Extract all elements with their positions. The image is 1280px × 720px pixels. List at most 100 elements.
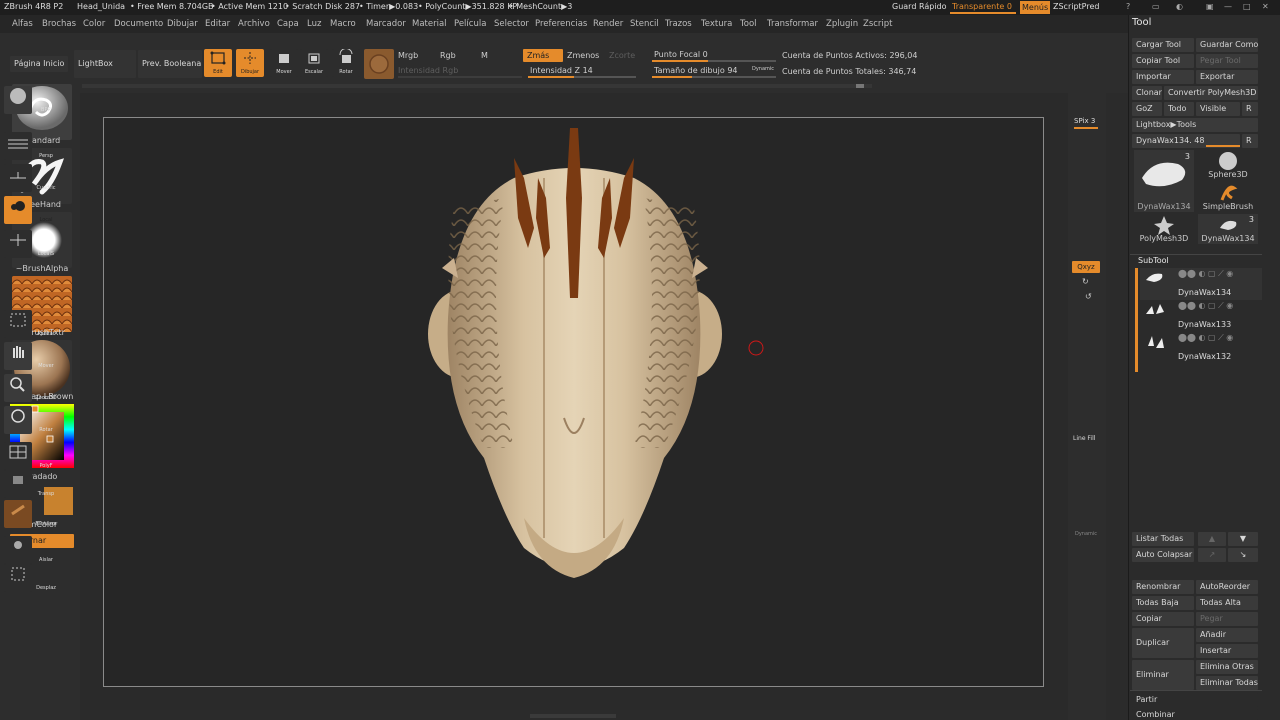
close-icon[interactable]: ✕ [1262, 2, 1269, 11]
layout-icon[interactable]: ▭ [1152, 2, 1160, 11]
menu-file[interactable]: Archivo [238, 19, 270, 29]
menu-stencil[interactable]: Stencil [630, 19, 659, 29]
all-low-button[interactable]: Todas Baja [1132, 596, 1194, 610]
menu-document[interactable]: Documento [114, 19, 163, 29]
export-button[interactable]: Exportar [1196, 70, 1258, 84]
menu-light[interactable]: Luz [307, 19, 321, 29]
mrgb-button[interactable]: Mrgb [398, 51, 418, 60]
polyframe-button[interactable]: PolyF [4, 442, 53, 470]
delete-other-button[interactable]: Elimina Otras [1196, 660, 1258, 674]
rgb-button[interactable]: Rgb [440, 51, 456, 60]
import-button[interactable]: Importar [1132, 70, 1194, 84]
zsub-button[interactable]: Zmenos [567, 51, 599, 60]
focal-shift-slider[interactable]: Punto Focal 0 [654, 50, 708, 59]
menu-marker[interactable]: Marcador [366, 19, 406, 29]
tool-palette-title[interactable]: Tool [1132, 17, 1151, 28]
rotate-y-icon[interactable]: ↻ [1082, 277, 1089, 286]
local-symmetry-button[interactable]: LocalS [4, 230, 54, 258]
theme-icon[interactable]: ◐ [1176, 2, 1183, 11]
live-boolean-button[interactable]: Prev. Booleana [138, 50, 202, 78]
shelf-scrollbar[interactable] [82, 84, 872, 88]
arrow-up-right-icon[interactable]: ↗ [1198, 548, 1226, 562]
rgb-intensity-slider[interactable]: Intensidad Rgb [398, 66, 458, 75]
help-icon[interactable]: ? [1126, 2, 1130, 11]
tool-thumb-dynawax134-b[interactable]: 3 DynaWax134 [1198, 214, 1258, 244]
duplicate-button[interactable]: Duplicar [1132, 628, 1194, 658]
rotate-view-button[interactable]: Rotar [4, 406, 53, 434]
xpose-button[interactable]: Desplaz [4, 564, 56, 592]
quicksave-button[interactable]: Guard Rápido [892, 2, 947, 11]
menu-preferences[interactable]: Preferencias [535, 19, 587, 29]
subtool-item[interactable]: ⬤⬤ ◐ ▢ ⟋ ◉ DynaWax134 [1140, 268, 1262, 300]
bpr-button[interactable]: BPR [4, 86, 51, 114]
transparent-slider[interactable]: Transparente 0 [952, 2, 1012, 11]
append-button[interactable]: Añadir [1196, 628, 1258, 642]
menu-movie[interactable]: Película [454, 19, 486, 29]
lightbox-button[interactable]: LightBox [74, 50, 136, 78]
solo-button[interactable]: Aislar [4, 536, 53, 564]
menu-alphas[interactable]: Alfas [12, 19, 33, 29]
paste-subtool-button[interactable]: Pegar [1196, 612, 1258, 626]
transparency-button[interactable]: Transp [4, 470, 54, 498]
subtool-controls-icon[interactable]: ⬤⬤ ◐ ▢ ⟋ ◉ [1178, 301, 1233, 311]
ghost-button[interactable]: Fantasm [4, 500, 57, 528]
menu-macro[interactable]: Macro [330, 19, 356, 29]
insert-button[interactable]: Insertar [1196, 644, 1258, 658]
rotate-mode-button[interactable]: Rotar [332, 48, 360, 77]
autoreorder-button[interactable]: AutoReorder [1196, 580, 1258, 594]
subtool-title[interactable]: SubTool [1138, 256, 1169, 265]
minimize-icon[interactable]: — [1224, 2, 1232, 11]
dynamic-toggle[interactable]: Dynamic [752, 66, 774, 72]
clone-button[interactable]: Clonar [1132, 86, 1162, 100]
copy-tool-button[interactable]: Copiar Tool [1132, 54, 1194, 68]
move-view-button[interactable]: Mover [4, 342, 54, 370]
move-up-icon[interactable]: ▲ [1198, 532, 1226, 546]
menu-brushes[interactable]: Brochas [42, 19, 76, 29]
draw-mode-button[interactable]: Dibujar [236, 49, 264, 77]
menu-render[interactable]: Render [593, 19, 623, 29]
make-polymesh-button[interactable]: Convertir PolyMesh3D [1164, 86, 1258, 100]
copy-subtool-button[interactable]: Copiar [1132, 612, 1194, 626]
lightbox-tools-button[interactable]: Lightbox▶Tools [1132, 118, 1258, 132]
floor-grid-button[interactable]: Cuadric [4, 164, 56, 192]
subtool-controls-icon[interactable]: ⬤⬤ ◐ ▢ ⟋ ◉ [1178, 333, 1233, 343]
all-button[interactable]: Todo [1164, 102, 1194, 116]
menu-picker[interactable]: Selector [494, 19, 529, 29]
move-mode-button[interactable]: Mover [270, 49, 298, 77]
menu-color[interactable]: Color [83, 19, 105, 29]
r-button[interactable]: R [1242, 102, 1258, 116]
zcut-button[interactable]: Zcorte [609, 51, 635, 60]
auto-collapse-button[interactable]: Auto Colapsar [1132, 548, 1194, 562]
delete-all-button[interactable]: Eliminar Todas [1196, 676, 1258, 690]
tool-thumb-simplebrush[interactable]: SimpleBrush [1198, 182, 1258, 212]
edit-mode-button[interactable]: Edit [204, 49, 232, 77]
menu-draw[interactable]: Dibujar [167, 19, 198, 29]
merge-menu[interactable]: Combinar [1132, 709, 1258, 720]
tool-thumb-polymesh3d[interactable]: PolyMesh3D [1134, 214, 1194, 244]
menu-edit[interactable]: Editar [205, 19, 230, 29]
spix-slider[interactable]: SPix 3 [1074, 117, 1095, 125]
visible-button[interactable]: Visible [1196, 102, 1240, 116]
load-tool-button[interactable]: Cargar Tool [1132, 38, 1194, 52]
subtool-item[interactable]: ⬤⬤ ◐ ▢ ⟋ ◉ DynaWax132 [1140, 332, 1262, 364]
arrow-down-right-icon[interactable]: ↘ [1228, 548, 1258, 562]
frame-button[interactable]: Ajustar [4, 310, 55, 338]
subtool-controls-icon[interactable]: ⬤⬤ ◐ ▢ ⟋ ◉ [1178, 269, 1233, 279]
z-intensity-slider[interactable]: Intensidad Z 14 [530, 66, 593, 75]
goz-button[interactable]: GoZ [1132, 102, 1162, 116]
m-button[interactable]: M [481, 51, 488, 60]
document-canvas[interactable] [103, 117, 1044, 687]
menu-layer[interactable]: Capa [277, 19, 299, 29]
menu-texture[interactable]: Textura [701, 19, 732, 29]
paste-tool-button[interactable]: Pegar Tool [1196, 54, 1258, 68]
menu-zplugin[interactable]: Zplugin [826, 19, 858, 29]
bottom-tray-handle[interactable] [530, 714, 616, 718]
all-high-button[interactable]: Todas Alta [1196, 596, 1258, 610]
lock-icon[interactable]: ▣ [1206, 2, 1214, 11]
rename-button[interactable]: Renombrar [1132, 580, 1194, 594]
tool-thumb-dynawax134[interactable]: 3 DynaWax134 [1134, 150, 1194, 212]
scale-mode-button[interactable]: Escalar [300, 49, 328, 77]
delete-button[interactable]: Eliminar [1132, 660, 1194, 690]
shelf-scrollbar-thumb[interactable] [856, 84, 864, 88]
local-button[interactable]: Local [4, 196, 52, 224]
